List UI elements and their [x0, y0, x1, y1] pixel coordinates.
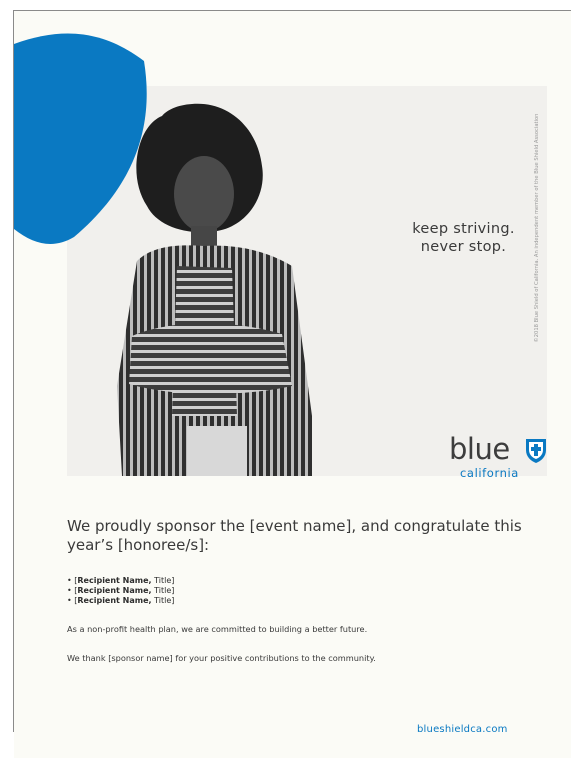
blue-shield-graphic: [14, 33, 147, 244]
ad-page: keep striving. never stop. ©2018 Blue Sh…: [14, 11, 571, 758]
recipient-name: Recipient Name,: [77, 596, 152, 605]
sponsor-headline: We proudly sponsor the [event name], and…: [67, 517, 522, 554]
recipient-name: Recipient Name,: [77, 576, 152, 585]
top-frame-border: [13, 0, 571, 11]
blue-shield-logo: blue california: [444, 431, 554, 491]
left-frame-border: [0, 0, 14, 732]
recipient-title: Title: [154, 586, 172, 595]
copyright-text: ©2018 Blue Shield of California. An inde…: [534, 113, 540, 343]
recipient-title: Title: [154, 596, 172, 605]
logo-subtext: california: [460, 466, 519, 480]
recipient-name: Recipient Name,: [77, 586, 152, 595]
copyright-notice: ©2018 Blue Shield of California. An inde…: [532, 93, 542, 363]
thanks-paragraph: We thank [sponsor name] for your positiv…: [67, 653, 376, 663]
recipient-title: Title: [154, 576, 172, 585]
shield-cross-icon: [526, 439, 546, 463]
ad-tagline: keep striving. never stop.: [391, 220, 536, 256]
list-item: • [Recipient Name, Title]: [67, 596, 175, 605]
recipient-list: • [Recipient Name, Title] • [Recipient N…: [67, 576, 174, 606]
tagline-line-1: keep striving.: [412, 221, 515, 237]
list-item: • [Recipient Name, Title]: [67, 576, 175, 585]
mission-paragraph: As a non-profit health plan, we are comm…: [67, 624, 368, 634]
list-item: • [Recipient Name, Title]: [67, 586, 175, 595]
tagline-line-2: never stop.: [420, 239, 507, 255]
logo-wordmark: blue: [449, 432, 510, 466]
website-link[interactable]: blueshieldca.com: [417, 724, 508, 735]
